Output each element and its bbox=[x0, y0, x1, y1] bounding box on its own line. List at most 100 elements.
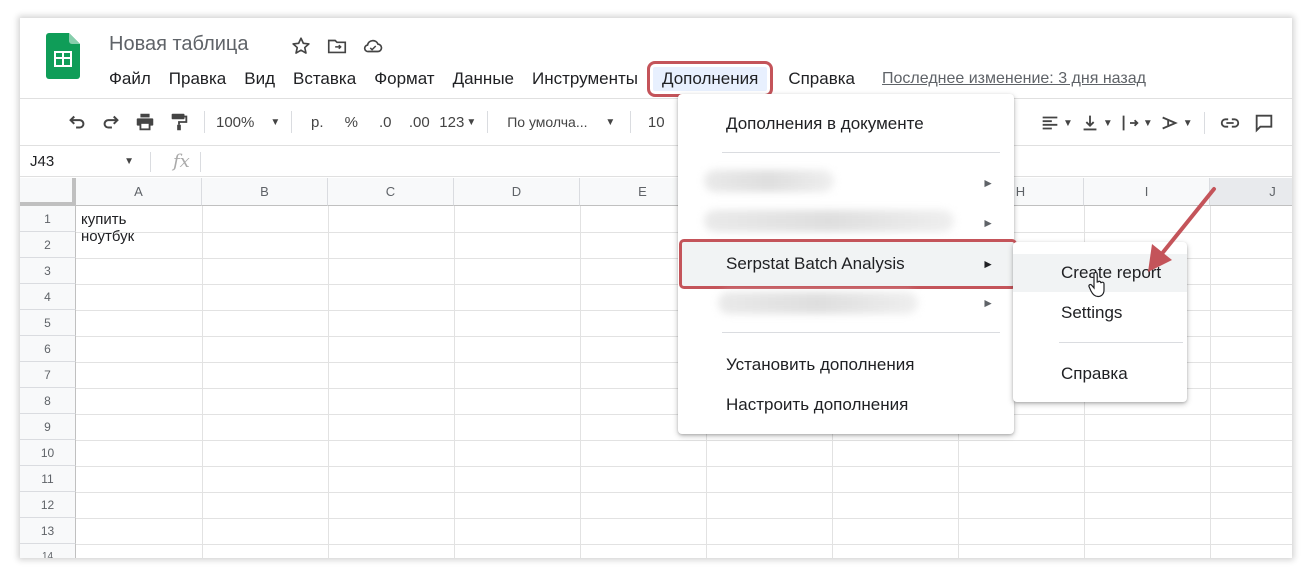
menu-help[interactable]: Справка bbox=[779, 67, 864, 91]
last-edit-link[interactable]: Последнее изменение: 3 дня назад bbox=[882, 70, 1146, 88]
row-header-9[interactable]: 9 bbox=[20, 414, 76, 440]
name-box-dropdown-arrow: ▼ bbox=[124, 156, 134, 167]
cell-reference: J43 bbox=[30, 153, 55, 170]
more-formats-button[interactable]: 123 ▼ bbox=[439, 108, 476, 136]
column-header-c[interactable]: C bbox=[328, 178, 454, 206]
row-header-4[interactable]: 4 bbox=[20, 284, 76, 310]
decrease-decimals-button[interactable]: .0 bbox=[371, 108, 399, 136]
align-left-icon bbox=[1042, 116, 1058, 130]
grid-line bbox=[76, 440, 1292, 441]
menu-addons[interactable]: Дополнения bbox=[646, 61, 774, 97]
grid-line bbox=[76, 466, 1292, 467]
align-button[interactable]: ▼ bbox=[1039, 109, 1073, 137]
submenu-divider bbox=[1059, 342, 1183, 343]
grid-line bbox=[76, 492, 1292, 493]
undo-icon bbox=[69, 115, 85, 129]
formula-bar-divider bbox=[150, 151, 151, 172]
row-header-10[interactable]: 10 bbox=[20, 440, 76, 466]
text-rotation-dropdown-arrow: ▼ bbox=[1182, 117, 1193, 129]
submenu-arrow-icon: ► bbox=[982, 257, 994, 271]
menu-divider bbox=[722, 332, 1000, 333]
menu-item-manage-addons[interactable]: Настроить дополнения bbox=[726, 395, 908, 415]
menu-edit[interactable]: Правка bbox=[160, 67, 235, 91]
vertical-align-button[interactable]: ▼ bbox=[1079, 109, 1113, 137]
row-header-6[interactable]: 6 bbox=[20, 336, 76, 362]
text-wrap-button[interactable]: ▼ bbox=[1119, 109, 1153, 137]
submenu-item-help[interactable]: Справка bbox=[1061, 364, 1128, 384]
name-box[interactable]: J43 ▼ bbox=[20, 153, 140, 170]
redo-icon bbox=[103, 115, 119, 129]
increase-decimals-button[interactable]: .00 bbox=[405, 108, 433, 136]
grid-line bbox=[76, 518, 1292, 519]
row-header-12[interactable]: 12 bbox=[20, 492, 76, 518]
submenu-arrow-icon: ► bbox=[982, 296, 994, 310]
formula-bar-divider bbox=[199, 151, 201, 172]
currency-format-button[interactable]: р. bbox=[303, 108, 331, 136]
row-header-2[interactable]: 2 bbox=[20, 232, 76, 258]
cell-a1[interactable]: купить ноутбук bbox=[81, 211, 134, 245]
grid-line bbox=[454, 206, 455, 558]
row-header-8[interactable]: 8 bbox=[20, 388, 76, 414]
row-header-7[interactable]: 7 bbox=[20, 362, 76, 388]
menu-tools[interactable]: Инструменты bbox=[523, 67, 647, 91]
menu-item-document-addons[interactable]: Дополнения в документе bbox=[726, 114, 924, 134]
menu-view[interactable]: Вид bbox=[235, 67, 284, 91]
annotation-arrow-icon bbox=[1148, 187, 1216, 272]
print-button[interactable] bbox=[131, 108, 159, 136]
row-header-5[interactable]: 5 bbox=[20, 310, 76, 336]
toolbar: 100% ▼ р. % .0 .00 123 ▼ По умолча... ▼ 10 … bbox=[20, 98, 1292, 146]
font-select[interactable]: По умолча... ▼ bbox=[499, 108, 619, 136]
row-header-3[interactable]: 3 bbox=[20, 258, 76, 284]
grid-line bbox=[202, 206, 203, 558]
move-to-folder-icon[interactable] bbox=[326, 35, 348, 57]
print-icon bbox=[136, 113, 154, 131]
text-rotation-icon bbox=[1162, 116, 1178, 130]
vertical-align-dropdown-arrow: ▼ bbox=[1102, 117, 1113, 129]
text-wrap-icon bbox=[1122, 115, 1139, 131]
column-header-j[interactable]: J bbox=[1210, 178, 1292, 206]
blurred-addon-item[interactable] bbox=[718, 292, 918, 314]
menu-insert[interactable]: Вставка bbox=[284, 67, 365, 91]
sheets-logo-icon[interactable] bbox=[46, 33, 80, 79]
link-icon bbox=[1220, 118, 1239, 128]
document-title[interactable]: Новая таблица bbox=[109, 33, 249, 56]
toolbar-divider bbox=[487, 111, 489, 133]
star-icon[interactable] bbox=[290, 35, 312, 57]
menu-format[interactable]: Формат bbox=[365, 67, 443, 91]
menu-item-install-addons[interactable]: Установить дополнения bbox=[726, 355, 914, 375]
text-rotation-button[interactable]: ▼ bbox=[1159, 109, 1193, 137]
menu-file[interactable]: Файл bbox=[100, 67, 160, 91]
menu-data[interactable]: Данные bbox=[444, 67, 523, 91]
zoom-dropdown-arrow: ▼ bbox=[270, 116, 281, 128]
formula-bar: J43 ▼ fx bbox=[20, 147, 1292, 177]
submenu-item-settings[interactable]: Settings bbox=[1061, 303, 1122, 323]
paint-format-button[interactable] bbox=[165, 108, 193, 136]
column-header-a[interactable]: A bbox=[76, 178, 202, 206]
title-actions bbox=[290, 35, 384, 57]
insert-comment-button[interactable] bbox=[1250, 109, 1278, 137]
submenu-arrow-icon: ► bbox=[982, 176, 994, 190]
menu-item-serpstat[interactable]: Serpstat Batch Analysis bbox=[726, 254, 905, 274]
grid-line bbox=[328, 206, 329, 558]
select-all-corner[interactable] bbox=[20, 178, 76, 206]
percent-format-button[interactable]: % bbox=[337, 108, 365, 136]
zoom-select[interactable]: 100% ▼ bbox=[216, 108, 280, 136]
row-header-11[interactable]: 11 bbox=[20, 466, 76, 492]
submenu-arrow-icon: ► bbox=[982, 216, 994, 230]
row-header-14[interactable]: 14 bbox=[20, 544, 76, 558]
fx-icon: fx bbox=[173, 151, 190, 172]
blurred-addon-item[interactable] bbox=[704, 210, 954, 232]
menu-divider bbox=[722, 152, 1000, 153]
font-size-select[interactable]: 10 bbox=[642, 108, 670, 136]
blurred-addon-item[interactable] bbox=[704, 170, 834, 192]
undo-button[interactable] bbox=[63, 108, 91, 136]
row-header-13[interactable]: 13 bbox=[20, 518, 76, 544]
redo-button[interactable] bbox=[97, 108, 125, 136]
hand-cursor-icon bbox=[1088, 272, 1105, 298]
spreadsheet-window: Новая таблица Файл Правка Вид Вставка Фо… bbox=[20, 18, 1292, 558]
column-header-b[interactable]: B bbox=[202, 178, 328, 206]
insert-link-button[interactable] bbox=[1216, 109, 1244, 137]
row-header-1[interactable]: 1 bbox=[20, 206, 76, 232]
cloud-saved-icon[interactable] bbox=[362, 35, 384, 57]
column-header-d[interactable]: D bbox=[454, 178, 580, 206]
